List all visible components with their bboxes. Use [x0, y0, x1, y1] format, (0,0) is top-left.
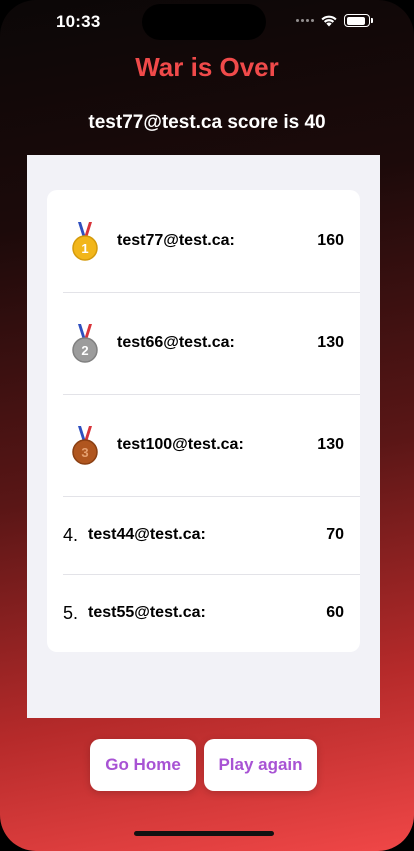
play-again-button[interactable]: Play again — [204, 739, 317, 791]
game-over-screen: 10:33 War is Over test77@test.ca score i… — [0, 0, 414, 851]
bronze-medal-icon: 3 — [72, 426, 98, 465]
status-icons — [296, 14, 373, 27]
leaderboard-row: 4. test44@test.ca: 70 — [47, 496, 360, 574]
leaderboard-row: 1 test77@test.ca: 160 — [47, 190, 360, 292]
player-score-text: test77@test.ca score is 40 — [88, 112, 326, 133]
medal-rank: 3 — [81, 445, 88, 460]
leaderboard-row: 3 test100@test.ca: 130 — [47, 394, 360, 496]
player-score: 130 — [317, 436, 344, 453]
go-home-button[interactable]: Go Home — [90, 739, 196, 791]
player-score: 70 — [326, 526, 344, 543]
leaderboard-panel: 1 test77@test.ca: 160 2 test66@test.ca: … — [27, 155, 380, 718]
silver-medal-icon: 2 — [72, 324, 98, 363]
cellular-signal-icon — [296, 19, 314, 22]
player-name: test77@test.ca: — [117, 232, 235, 249]
dynamic-island — [142, 4, 266, 40]
player-score: 160 — [317, 232, 344, 249]
leaderboard-row: 5. test55@test.ca: 60 — [47, 574, 360, 652]
player-name: test66@test.ca: — [117, 334, 235, 351]
wifi-icon — [321, 15, 337, 27]
page-title: War is Over — [135, 52, 279, 82]
leaderboard-row: 2 test66@test.ca: 130 — [47, 292, 360, 394]
player-score: 60 — [326, 604, 344, 621]
rank-number: 5. — [63, 602, 79, 623]
status-time: 10:33 — [56, 12, 101, 31]
medal-rank: 1 — [81, 241, 88, 256]
player-name: test100@test.ca: — [117, 436, 244, 453]
battery-icon — [344, 14, 373, 27]
player-score: 130 — [317, 334, 344, 351]
battery-level — [346, 16, 365, 25]
gold-medal-icon: 1 — [72, 222, 98, 261]
player-name: test44@test.ca: — [88, 526, 206, 543]
leaderboard-list: 1 test77@test.ca: 160 2 test66@test.ca: … — [47, 190, 360, 652]
rank-number: 4. — [63, 524, 79, 545]
status-bar: 10:33 — [0, 0, 414, 46]
home-indicator[interactable] — [134, 831, 274, 836]
medal-rank: 2 — [81, 343, 88, 358]
player-name: test55@test.ca: — [88, 604, 206, 621]
